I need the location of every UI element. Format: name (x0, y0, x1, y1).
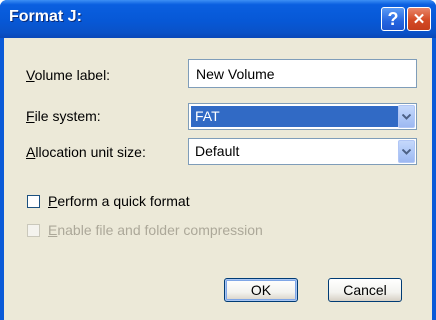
file-system-caption: File system: (26, 108, 101, 124)
allocation-unit-value: Default (195, 143, 240, 159)
close-icon: ✕ (412, 10, 426, 28)
file-system-select[interactable]: FAT (188, 103, 417, 130)
volume-label-caption: Volume label: (26, 67, 110, 83)
allocation-unit-caption: Allocation unit size: (26, 144, 146, 160)
compression-rest: nable file and folder compression (57, 222, 263, 238)
help-button[interactable]: ? (381, 7, 405, 31)
quick-format-rest: erform a quick format (57, 193, 190, 209)
allocation-unit-accel: A (26, 144, 36, 160)
allocation-unit-select[interactable]: Default (188, 138, 417, 165)
quick-format-label[interactable]: Perform a quick format (48, 193, 190, 209)
volume-label-accel: V (26, 67, 35, 83)
volume-label-rest: olume label: (34, 67, 111, 83)
cancel-button[interactable]: Cancel (328, 278, 402, 302)
dialog-body: Volume label: New Volume File system: FA… (4, 38, 432, 320)
window-title: Format J: (9, 8, 82, 25)
ok-button[interactable]: OK (224, 278, 298, 302)
file-system-dropdown-button[interactable] (398, 105, 415, 128)
file-system-value: FAT (191, 106, 398, 127)
chevron-down-icon (402, 114, 411, 120)
volume-label-input[interactable]: New Volume (188, 59, 417, 88)
file-system-rest: ile system: (34, 108, 101, 124)
close-button[interactable]: ✕ (407, 7, 431, 31)
help-icon: ? (387, 9, 399, 29)
compression-checkbox (27, 224, 40, 237)
compression-accel: E (48, 222, 58, 238)
file-system-accel: F (26, 108, 35, 124)
format-dialog: Format J: ? ✕ Volume label: New Volume F… (0, 0, 436, 320)
quick-format-checkbox[interactable] (27, 195, 40, 208)
allocation-unit-dropdown-button[interactable] (398, 140, 415, 163)
title-bar[interactable]: Format J: ? ✕ (0, 0, 436, 38)
quick-format-accel: P (48, 193, 58, 209)
compression-label: Enable file and folder compression (48, 222, 263, 238)
allocation-unit-rest: llocation unit size: (35, 144, 146, 160)
chevron-down-icon (402, 149, 411, 155)
